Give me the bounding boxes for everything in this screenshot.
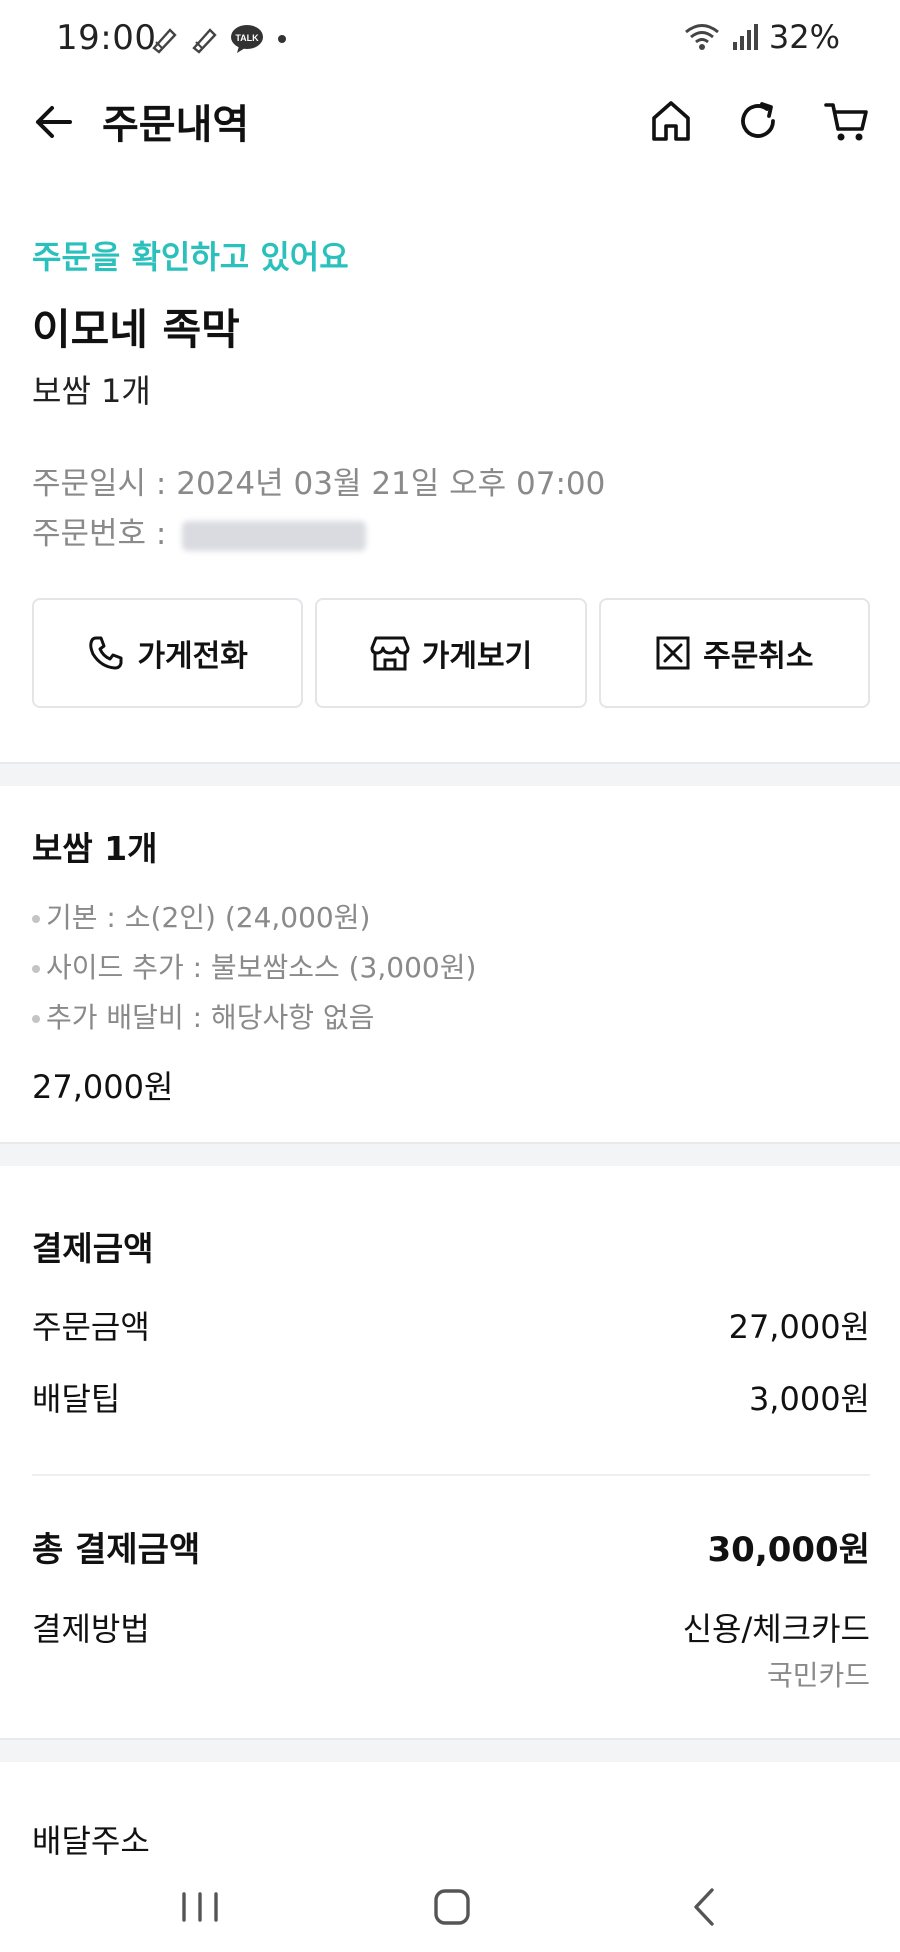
status-bar: 19:00 TALK 32% xyxy=(0,0,900,80)
home-icon[interactable] xyxy=(646,96,696,146)
order-date-label: 주문일시 : xyxy=(32,466,177,502)
order-amount-row: 주문금액 27,000원 xyxy=(32,1302,870,1348)
delivery-tip-label: 배달팁 xyxy=(32,1380,121,1418)
order-date-value: 2024년 03월 21일 오후 07:00 xyxy=(176,466,606,502)
payment-method-value: 신용/체크카드 xyxy=(682,1610,870,1648)
section-divider xyxy=(0,762,900,786)
order-amount-label: 주문금액 xyxy=(32,1308,150,1346)
signal-icon xyxy=(732,24,758,50)
order-status: 주문을 확인하고 있어요 xyxy=(32,238,349,276)
bullet-icon xyxy=(32,915,40,923)
item-option: 추가 배달비 : 해당사항 없음 xyxy=(32,996,374,1036)
cart-icon[interactable] xyxy=(822,96,872,146)
pen-icon xyxy=(152,28,177,54)
item-option-text: 기본 : 소(2인) (24,000원) xyxy=(46,901,371,934)
battery-level: 32% xyxy=(768,18,840,56)
talk-icon: TALK xyxy=(231,25,263,53)
back-nav-icon[interactable] xyxy=(676,1882,736,1932)
pen-icon xyxy=(192,28,217,54)
status-time: 19:00 xyxy=(56,18,157,58)
total-value: 30,000원 xyxy=(707,1530,870,1570)
order-number-redacted xyxy=(182,520,367,551)
item-option: 사이드 추가 : 불보쌈소스 (3,000원) xyxy=(32,946,476,986)
payment-divider xyxy=(32,1474,870,1476)
dot-icon xyxy=(278,35,286,43)
item-option-text: 추가 배달비 : 해당사항 없음 xyxy=(46,1001,375,1034)
total-row: 총 결제금액 30,000원 xyxy=(32,1522,870,1571)
section-divider xyxy=(0,1738,900,1762)
cancel-order-button[interactable]: 주문취소 xyxy=(598,598,870,708)
order-number: 주문번호 : xyxy=(32,508,367,553)
total-label: 총 결제금액 xyxy=(32,1530,201,1570)
order-number-label: 주문번호 : xyxy=(32,516,177,552)
app-bar: 주문내역 xyxy=(0,80,900,164)
call-store-button[interactable]: 가게전화 xyxy=(32,598,304,708)
bullet-icon xyxy=(32,965,40,973)
notification-icons: TALK xyxy=(150,24,290,54)
delivery-tip-row: 배달팁 3,000원 xyxy=(32,1374,870,1420)
card-name: 국민카드 xyxy=(766,1659,870,1692)
item-title: 보쌈 1개 xyxy=(32,829,158,868)
svg-text:TALK: TALK xyxy=(235,33,259,43)
wifi-icon xyxy=(684,24,719,50)
home-nav-icon[interactable] xyxy=(422,1882,482,1932)
call-store-label: 가게전화 xyxy=(137,639,248,674)
section-divider xyxy=(0,1142,900,1166)
store-icon xyxy=(370,636,410,671)
bullet-icon xyxy=(32,1015,40,1023)
close-box-icon xyxy=(656,636,690,670)
payment-title: 결제금액 xyxy=(32,1229,154,1268)
order-date: 주문일시 : 2024년 03월 21일 오후 07:00 xyxy=(32,458,605,503)
recent-apps-icon[interactable] xyxy=(170,1882,230,1932)
order-summary: 보쌈 1개 xyxy=(32,372,151,410)
item-option-text: 사이드 추가 : 불보쌈소스 (3,000원) xyxy=(46,951,477,984)
view-store-button[interactable]: 가게보기 xyxy=(315,598,587,708)
payment-method-label: 결제방법 xyxy=(32,1610,150,1648)
item-price: 27,000원 xyxy=(32,1068,174,1106)
store-name: 이모네 족막 xyxy=(32,305,240,354)
item-option: 기본 : 소(2인) (24,000원) xyxy=(32,896,370,936)
delivery-tip-value: 3,000원 xyxy=(748,1380,870,1418)
phone-icon xyxy=(89,636,123,670)
page-title: 주문내역 xyxy=(102,102,250,148)
system-nav-bar xyxy=(0,1862,900,1952)
cancel-order-label: 주문취소 xyxy=(703,639,814,674)
payment-method-row: 결제방법 신용/체크카드 xyxy=(32,1604,870,1650)
action-buttons: 가게전화 가게보기 주문취소 xyxy=(32,598,870,708)
refresh-icon[interactable] xyxy=(733,96,783,146)
back-arrow-icon[interactable] xyxy=(30,98,78,146)
order-amount-value: 27,000원 xyxy=(728,1308,870,1346)
address-title: 배달주소 xyxy=(32,1822,150,1860)
view-store-label: 가게보기 xyxy=(421,639,533,674)
